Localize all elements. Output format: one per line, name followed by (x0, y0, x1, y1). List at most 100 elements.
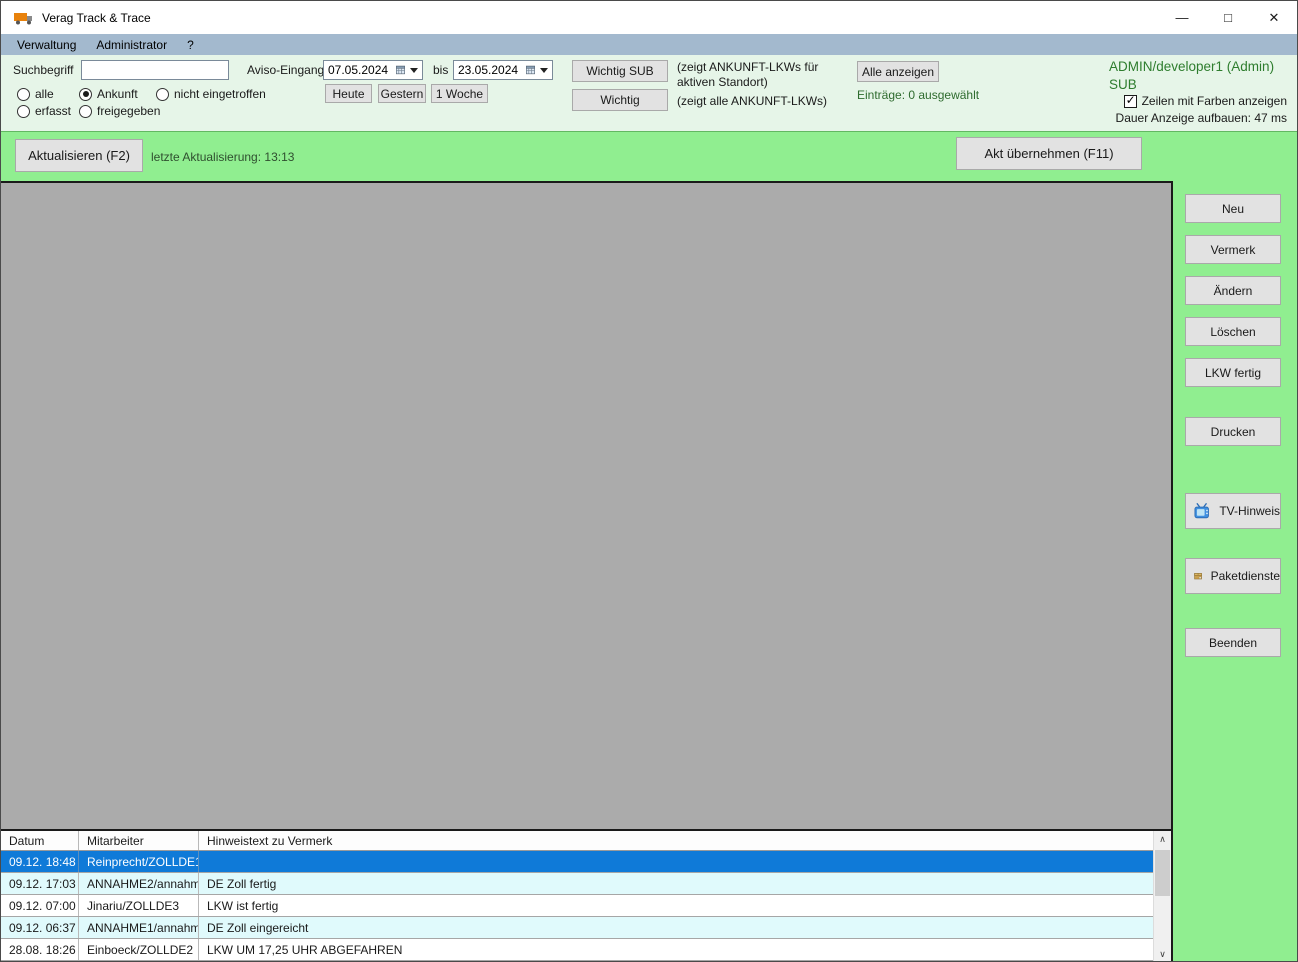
dauer-status: Dauer Anzeige aufbauen: 47 ms (1115, 111, 1287, 125)
scroll-up-icon[interactable]: ∧ (1154, 831, 1171, 848)
calendar-icon (396, 65, 405, 75)
beenden-button[interactable]: Beenden (1185, 628, 1281, 657)
radio-freigegeben-circle[interactable] (79, 104, 92, 118)
wichtig-sub-caption: (zeigt ANKUNFT-LKWs für aktiven Standort… (677, 60, 819, 89)
gestern-button[interactable]: Gestern (378, 84, 426, 103)
aendern-button[interactable]: Ändern (1185, 276, 1281, 305)
table-row[interactable]: 09.12. 17:03 ANNAHME2/annahme2 DE Zoll f… (1, 873, 1153, 895)
app-window: Verag Track & Trace — □ ✕ Verwaltung Adm… (0, 0, 1298, 962)
last-refresh-status: letzte Aktualisierung: 13:13 (151, 150, 295, 164)
cell-hinweis: DE Zoll fertig (207, 876, 277, 891)
menu-bar: Verwaltung Administrator ? (1, 34, 1297, 55)
cell-hinweis: DE Zoll eingereicht (207, 920, 309, 935)
radio-alle[interactable]: alle (17, 87, 54, 101)
akt-uebernehmen-button[interactable]: Akt übernehmen (F11) (956, 137, 1142, 170)
col-header-hinweistext[interactable]: Hinweistext zu Vermerk (199, 831, 1153, 850)
radio-erfasst[interactable]: erfasst (17, 104, 71, 118)
cell-datum: 09.12. 17:03 (1, 873, 79, 894)
eintraege-status: Einträge: 0 ausgewählt (857, 88, 980, 102)
menu-verwaltung[interactable]: Verwaltung (7, 36, 86, 54)
radio-freigegeben[interactable]: freigegeben (79, 104, 160, 118)
vermerk-table: Datum Mitarbeiter Hinweistext zu Vermerk… (1, 831, 1171, 961)
wichtig-sub-button[interactable]: Wichtig SUB (572, 60, 668, 82)
paketdienste-button[interactable]: Paketdienste (1185, 558, 1281, 594)
heute-button[interactable]: Heute (325, 84, 372, 103)
cell-datum: 09.12. 07:00 (1, 895, 79, 916)
cell-mitarbeiter: ANNAHME1/annahme1 (79, 917, 199, 938)
main-column: Datum Mitarbeiter Hinweistext zu Vermerk… (1, 181, 1173, 961)
loeschen-button[interactable]: Löschen (1185, 317, 1281, 346)
radio-alle-label: alle (35, 87, 54, 101)
cell-hinweis: LKW UM 17,25 UHR ABGEFAHREN (207, 942, 403, 957)
radio-ankunft-circle[interactable] (79, 87, 92, 101)
filter-panel: Suchbegriff alle Ankunft nicht eingetrof… (1, 55, 1297, 131)
radio-nicht-eingetroffen[interactable]: nicht eingetroffen (156, 87, 266, 101)
date-to-input[interactable] (458, 63, 524, 77)
cell-hinweis: LKW ist fertig (207, 898, 279, 913)
cell-datum: 09.12. 06:37 (1, 917, 79, 938)
date-from-field[interactable] (323, 60, 423, 80)
col-header-datum[interactable]: Datum (1, 831, 79, 850)
farben-checkbox-label: Zeilen mit Farben anzeigen (1141, 94, 1287, 108)
search-label: Suchbegriff (13, 63, 74, 77)
cell-mitarbeiter: Reinprecht/ZOLLDE1 (79, 851, 199, 872)
truck-icon (14, 12, 32, 24)
current-user-line1: ADMIN/developer1 (Admin) (1109, 59, 1275, 74)
menu-help[interactable]: ? (177, 36, 204, 54)
tv-icon (1194, 503, 1209, 519)
wichtig-caption: (zeigt alle ANKUNFT-LKWs) (677, 94, 828, 108)
lkw-fertig-button[interactable]: LKW fertig (1185, 358, 1281, 387)
scroll-down-icon[interactable]: ∨ (1154, 946, 1171, 961)
cell-mitarbeiter: ANNAHME2/annahme2 (79, 873, 199, 894)
bis-label: bis (433, 63, 449, 77)
radio-nicht-eingetroffen-circle[interactable] (156, 87, 169, 101)
maximize-icon[interactable]: □ (1205, 1, 1251, 34)
wichtig-button[interactable]: Wichtig (572, 89, 668, 111)
radio-freigegeben-label: freigegeben (97, 104, 161, 118)
calendar-icon (526, 65, 535, 75)
paketdienste-label: Paketdienste (1210, 569, 1280, 583)
cell-datum: 09.12. 18:48 (1, 851, 79, 872)
sidebar: Neu Vermerk Ändern Löschen LKW fertig Dr… (1173, 181, 1297, 961)
table-row[interactable]: 09.12. 07:00 Jinariu/ZOLLDE3 LKW ist fer… (1, 895, 1153, 917)
drucken-button[interactable]: Drucken (1185, 417, 1281, 446)
table-row[interactable]: 09.12. 18:48 Reinprecht/ZOLLDE1 (1, 851, 1153, 873)
aktualisieren-button[interactable]: Aktualisieren (F2) (15, 139, 143, 172)
neu-button[interactable]: Neu (1185, 194, 1281, 223)
tv-hinweis-button[interactable]: TV-Hinweis (1185, 493, 1281, 529)
minimize-icon[interactable]: — (1159, 1, 1205, 34)
table-row[interactable]: 09.12. 06:37 ANNAHME1/annahme1 DE Zoll e… (1, 917, 1153, 939)
search-input[interactable] (81, 60, 229, 80)
close-icon[interactable]: ✕ (1251, 1, 1297, 34)
package-icon (1194, 573, 1202, 580)
radio-ankunft[interactable]: Ankunft (79, 87, 138, 101)
alle-anzeigen-button[interactable]: Alle anzeigen (857, 61, 939, 82)
table-scrollbar[interactable]: ∧ ∨ (1153, 831, 1171, 961)
title-bar: Verag Track & Trace — □ ✕ (1, 1, 1297, 34)
menu-administrator[interactable]: Administrator (86, 36, 177, 54)
vermerk-button[interactable]: Vermerk (1185, 235, 1281, 264)
radio-erfasst-circle[interactable] (17, 104, 30, 118)
table-row[interactable]: 28.08. 18:26 Einboeck/ZOLLDE2 LKW UM 17,… (1, 939, 1153, 961)
col-header-mitarbeiter[interactable]: Mitarbeiter (79, 831, 199, 850)
date-from-input[interactable] (328, 63, 394, 77)
content-area: Datum Mitarbeiter Hinweistext zu Vermerk… (1, 181, 1297, 961)
farben-checkbox-row[interactable]: Zeilen mit Farben anzeigen (1123, 93, 1287, 108)
date-from-dropdown-icon[interactable] (410, 67, 418, 73)
scrollbar-thumb[interactable] (1155, 850, 1170, 896)
date-to-field[interactable] (453, 60, 553, 80)
radio-ankunft-label: Ankunft (97, 87, 138, 101)
radio-erfasst-label: erfasst (35, 104, 72, 118)
farben-checkbox[interactable] (1123, 93, 1137, 108)
cell-datum: 28.08. 18:26 (1, 939, 79, 960)
radio-alle-circle[interactable] (17, 87, 30, 101)
date-to-dropdown-icon[interactable] (540, 67, 548, 73)
radio-nicht-eingetroffen-label: nicht eingetroffen (174, 87, 266, 101)
current-user-line2: SUB (1109, 76, 1137, 92)
cell-hinweis (199, 851, 1153, 872)
cell-mitarbeiter: Jinariu/ZOLLDE3 (79, 895, 199, 916)
cell-mitarbeiter: Einboeck/ZOLLDE2 (79, 939, 199, 960)
window-title: Verag Track & Trace (42, 10, 151, 25)
vermerk-grid: Datum Mitarbeiter Hinweistext zu Vermerk… (1, 831, 1153, 961)
woche-button[interactable]: 1 Woche (431, 84, 488, 103)
